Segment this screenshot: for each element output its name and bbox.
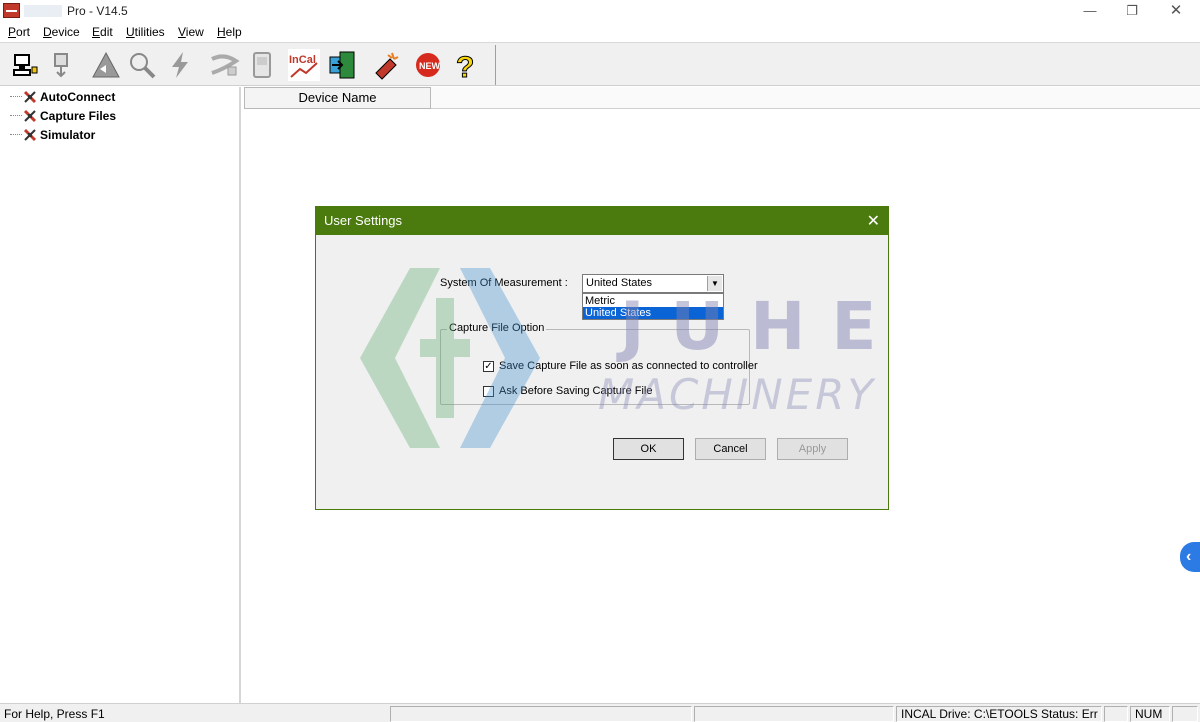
toolbar: InCal NEW ? (0, 42, 1200, 86)
triangle-arrow-icon[interactable] (90, 49, 122, 81)
column-header-filler (431, 87, 1200, 109)
dialog-title-bar: User Settings ✕ (316, 207, 888, 235)
minimize-button[interactable]: — (1070, 2, 1110, 20)
system-of-measurement-label: System Of Measurement : (440, 277, 568, 289)
status-pane (1104, 706, 1128, 722)
option-metric[interactable]: Metric (583, 295, 723, 307)
tree-item-label: Capture Files (40, 109, 117, 123)
group-title: Capture File Option (447, 322, 547, 334)
menu-device[interactable]: Device (43, 25, 80, 39)
cancel-button[interactable]: Cancel (695, 438, 766, 460)
status-help-text: For Help, Press F1 (4, 707, 105, 721)
close-window-button[interactable]: ✕ (1156, 2, 1196, 20)
app-logo-icon (3, 3, 20, 18)
menu-bar: Port Device Edit Utilities View Help (0, 22, 1200, 42)
connect-icon[interactable] (8, 49, 40, 81)
new-badge-icon[interactable]: NEW (412, 49, 444, 81)
tree-item-label: Simulator (40, 128, 96, 142)
app-window: Pro - V14.5 — ❐ ✕ Port Device Edit Utili… (0, 0, 1200, 722)
close-icon[interactable]: ✕ (867, 211, 880, 231)
cable-icon[interactable] (208, 49, 240, 81)
status-pane (390, 706, 692, 722)
disconnected-plug-icon (23, 109, 37, 123)
select-value: United States (586, 277, 653, 289)
system-of-measurement-select[interactable]: United States ▼ (582, 274, 724, 293)
status-pane (694, 706, 894, 722)
status-num-lock: NUM (1130, 706, 1170, 722)
window-title: Pro - V14.5 (67, 4, 128, 18)
status-bar: For Help, Press F1 INCAL Drive: C:\ETOOL… (0, 703, 1200, 722)
system-of-measurement-dropdown: Metric United States (582, 293, 724, 320)
title-redacted (24, 5, 62, 17)
svg-text:NEW: NEW (419, 61, 441, 71)
exit-door-icon[interactable] (326, 49, 358, 81)
checkbox-label: Ask Before Saving Capture File (499, 385, 653, 397)
device-meter-icon[interactable] (246, 49, 278, 81)
capture-file-option-group: Capture File Option ✓ Save Capture File … (440, 322, 758, 405)
toolbar-group: InCal NEW ? (2, 45, 496, 85)
column-header-device-name[interactable]: Device Name (244, 87, 431, 109)
menu-help[interactable]: Help (217, 25, 242, 39)
user-settings-dialog: User Settings ✕ System Of Measurement : … (315, 206, 889, 510)
menu-edit[interactable]: Edit (92, 25, 113, 39)
svg-text:InCal: InCal (289, 54, 316, 66)
disconnected-plug-icon (23, 128, 37, 142)
status-incal-drive: INCAL Drive: C:\ETOOLS Status: Err (896, 706, 1102, 722)
status-pane (1172, 706, 1198, 722)
checkbox-unchecked[interactable] (483, 386, 494, 397)
disconnected-plug-icon (23, 90, 37, 104)
device-tree: AutoConnect Capture Files Simulator (0, 87, 241, 703)
dialog-title: User Settings (324, 213, 403, 228)
download-icon[interactable] (46, 49, 78, 81)
help-question-icon[interactable]: ? (450, 49, 482, 82)
menu-port-rest: ort (16, 25, 31, 39)
menu-view[interactable]: View (178, 25, 204, 39)
incal-icon[interactable]: InCal (288, 49, 320, 81)
chevron-down-icon[interactable]: ▼ (707, 276, 722, 291)
magnifier-icon[interactable] (126, 49, 158, 81)
ok-button[interactable]: OK (613, 438, 684, 460)
sparkle-plug-icon[interactable] (370, 49, 402, 81)
svg-text:?: ? (456, 51, 474, 81)
option-united-states[interactable]: United States (583, 307, 723, 319)
chevron-left-icon[interactable]: ‹ (1180, 542, 1200, 572)
menu-port[interactable]: Port (8, 25, 30, 39)
checkbox-label: Save Capture File as soon as connected t… (499, 360, 758, 372)
tree-item-label: AutoConnect (40, 90, 116, 104)
checkbox-checked[interactable]: ✓ (483, 361, 494, 372)
menu-utilities[interactable]: Utilities (126, 25, 165, 39)
apply-button[interactable]: Apply (777, 438, 848, 460)
lightning-icon[interactable] (164, 49, 196, 81)
title-bar: Pro - V14.5 — ❐ ✕ (0, 0, 1200, 22)
restore-button[interactable]: ❐ (1112, 2, 1152, 20)
